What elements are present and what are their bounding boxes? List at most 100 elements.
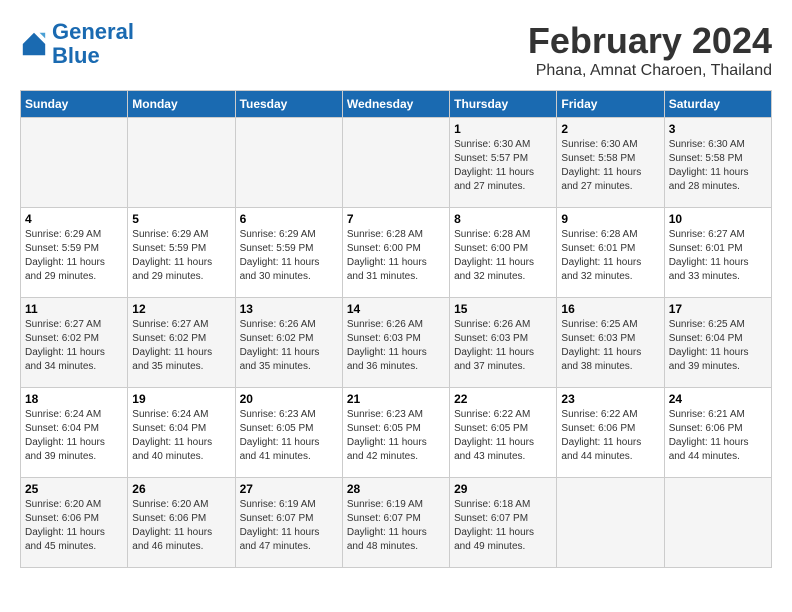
- day-info: Sunrise: 6:20 AMSunset: 6:06 PMDaylight:…: [132, 498, 230, 554]
- day-number: 14: [347, 302, 445, 316]
- day-info: Sunrise: 6:19 AMSunset: 6:07 PMDaylight:…: [240, 498, 338, 554]
- calendar-cell: 27 Sunrise: 6:19 AMSunset: 6:07 PMDayligh…: [235, 478, 342, 568]
- day-number: 16: [561, 302, 659, 316]
- calendar-cell: 10Sunrise: 6:27 AMSunset: 6:01 PMDayligh…: [664, 208, 771, 298]
- calendar-cell: 11 Sunrise: 6:27 AMSunset: 6:02 PMDayligh…: [21, 298, 128, 388]
- weekday-header-sunday: Sunday: [21, 91, 128, 118]
- day-number: 19: [132, 392, 230, 406]
- calendar-table: SundayMondayTuesdayWednesdayThursdayFrid…: [20, 90, 772, 568]
- calendar-cell: 8 Sunrise: 6:28 AMSunset: 6:00 PMDaylight…: [450, 208, 557, 298]
- day-number: 1: [454, 122, 552, 136]
- calendar-cell: 23 Sunrise: 6:22 AMSunset: 6:06 PMDayligh…: [557, 388, 664, 478]
- day-info: Sunrise: 6:26 AMSunset: 6:03 PMDaylight:…: [454, 318, 552, 374]
- weekday-header-tuesday: Tuesday: [235, 91, 342, 118]
- day-number: 9: [561, 212, 659, 226]
- calendar-cell: [235, 118, 342, 208]
- day-number: 3: [669, 122, 767, 136]
- day-info: Sunrise: 6:24 AMSunset: 6:04 PMDaylight:…: [132, 408, 230, 464]
- calendar-cell: 17 Sunrise: 6:25 AMSunset: 6:04 PMDayligh…: [664, 298, 771, 388]
- day-number: 20: [240, 392, 338, 406]
- calendar-cell: 12 Sunrise: 6:27 AMSunset: 6:02 PMDayligh…: [128, 298, 235, 388]
- day-number: 2: [561, 122, 659, 136]
- day-number: 26: [132, 482, 230, 496]
- calendar-cell: 24 Sunrise: 6:21 AMSunset: 6:06 PMDayligh…: [664, 388, 771, 478]
- calendar-cell: 18 Sunrise: 6:24 AMSunset: 6:04 PMDayligh…: [21, 388, 128, 478]
- day-number: 4: [25, 212, 123, 226]
- day-info: Sunrise: 6:22 AMSunset: 6:06 PMDaylight:…: [561, 408, 659, 464]
- day-number: 17: [669, 302, 767, 316]
- calendar-cell: 6 Sunrise: 6:29 AMSunset: 5:59 PMDaylight…: [235, 208, 342, 298]
- day-info: Sunrise: 6:23 AMSunset: 6:05 PMDaylight:…: [240, 408, 338, 464]
- day-info: Sunrise: 6:27 AMSunset: 6:01 PMDaylight:…: [669, 228, 767, 284]
- day-info: Sunrise: 6:30 AMSunset: 5:58 PMDaylight:…: [669, 138, 767, 194]
- calendar-cell: [342, 118, 449, 208]
- weekday-header-friday: Friday: [557, 91, 664, 118]
- calendar-cell: 7Sunrise: 6:28 AMSunset: 6:00 PMDaylight…: [342, 208, 449, 298]
- page-title: February 2024: [528, 20, 772, 62]
- day-number: 24: [669, 392, 767, 406]
- page-header: General Blue February 2024 Phana, Amnat …: [20, 20, 772, 80]
- day-info: Sunrise: 6:23 AMSunset: 6:05 PMDaylight:…: [347, 408, 445, 464]
- day-info: Sunrise: 6:25 AMSunset: 6:03 PMDaylight:…: [561, 318, 659, 374]
- day-number: 7: [347, 212, 445, 226]
- weekday-header-wednesday: Wednesday: [342, 91, 449, 118]
- title-block: February 2024 Phana, Amnat Charoen, Thai…: [528, 20, 772, 80]
- day-info: Sunrise: 6:27 AMSunset: 6:02 PMDaylight:…: [132, 318, 230, 374]
- calendar-cell: [664, 478, 771, 568]
- day-number: 6: [240, 212, 338, 226]
- day-info: Sunrise: 6:30 AMSunset: 5:58 PMDaylight:…: [561, 138, 659, 194]
- calendar-week-row: 25 Sunrise: 6:20 AMSunset: 6:06 PMDayligh…: [21, 478, 772, 568]
- logo: General Blue: [20, 20, 134, 68]
- calendar-cell: 2 Sunrise: 6:30 AMSunset: 5:58 PMDaylight…: [557, 118, 664, 208]
- day-info: Sunrise: 6:19 AMSunset: 6:07 PMDaylight:…: [347, 498, 445, 554]
- day-info: Sunrise: 6:27 AMSunset: 6:02 PMDaylight:…: [25, 318, 123, 374]
- weekday-header-monday: Monday: [128, 91, 235, 118]
- calendar-cell: [128, 118, 235, 208]
- calendar-cell: 19 Sunrise: 6:24 AMSunset: 6:04 PMDayligh…: [128, 388, 235, 478]
- day-info: Sunrise: 6:29 AMSunset: 5:59 PMDaylight:…: [132, 228, 230, 284]
- day-number: 5: [132, 212, 230, 226]
- day-info: Sunrise: 6:22 AMSunset: 6:05 PMDaylight:…: [454, 408, 552, 464]
- calendar-cell: 16 Sunrise: 6:25 AMSunset: 6:03 PMDayligh…: [557, 298, 664, 388]
- page-subtitle: Phana, Amnat Charoen, Thailand: [528, 62, 772, 80]
- calendar-cell: 5 Sunrise: 6:29 AMSunset: 5:59 PMDaylight…: [128, 208, 235, 298]
- calendar-header-row: SundayMondayTuesdayWednesdayThursdayFrid…: [21, 91, 772, 118]
- day-number: 22: [454, 392, 552, 406]
- day-info: Sunrise: 6:30 AMSunset: 5:57 PMDaylight:…: [454, 138, 552, 194]
- calendar-week-row: 1 Sunrise: 6:30 AMSunset: 5:57 PMDaylight…: [21, 118, 772, 208]
- weekday-header-saturday: Saturday: [664, 91, 771, 118]
- calendar-cell: 28 Sunrise: 6:19 AMSunset: 6:07 PMDayligh…: [342, 478, 449, 568]
- day-number: 21: [347, 392, 445, 406]
- day-number: 28: [347, 482, 445, 496]
- day-number: 11: [25, 302, 123, 316]
- day-info: Sunrise: 6:28 AMSunset: 6:01 PMDaylight:…: [561, 228, 659, 284]
- day-info: Sunrise: 6:28 AMSunset: 6:00 PMDaylight:…: [454, 228, 552, 284]
- weekday-header-thursday: Thursday: [450, 91, 557, 118]
- day-info: Sunrise: 6:29 AMSunset: 5:59 PMDaylight:…: [240, 228, 338, 284]
- calendar-week-row: 18 Sunrise: 6:24 AMSunset: 6:04 PMDayligh…: [21, 388, 772, 478]
- calendar-cell: 13Sunrise: 6:26 AMSunset: 6:02 PMDayligh…: [235, 298, 342, 388]
- calendar-cell: 20 Sunrise: 6:23 AMSunset: 6:05 PMDayligh…: [235, 388, 342, 478]
- day-number: 12: [132, 302, 230, 316]
- calendar-cell: 15 Sunrise: 6:26 AMSunset: 6:03 PMDayligh…: [450, 298, 557, 388]
- logo-icon: [20, 30, 48, 58]
- day-info: Sunrise: 6:26 AMSunset: 6:03 PMDaylight:…: [347, 318, 445, 374]
- day-number: 23: [561, 392, 659, 406]
- day-number: 15: [454, 302, 552, 316]
- calendar-cell: 29Sunrise: 6:18 AMSunset: 6:07 PMDayligh…: [450, 478, 557, 568]
- day-number: 29: [454, 482, 552, 496]
- day-number: 18: [25, 392, 123, 406]
- calendar-cell: [557, 478, 664, 568]
- day-number: 25: [25, 482, 123, 496]
- calendar-week-row: 4 Sunrise: 6:29 AMSunset: 5:59 PMDaylight…: [21, 208, 772, 298]
- calendar-cell: 14 Sunrise: 6:26 AMSunset: 6:03 PMDayligh…: [342, 298, 449, 388]
- day-info: Sunrise: 6:25 AMSunset: 6:04 PMDaylight:…: [669, 318, 767, 374]
- calendar-cell: 21 Sunrise: 6:23 AMSunset: 6:05 PMDayligh…: [342, 388, 449, 478]
- day-info: Sunrise: 6:24 AMSunset: 6:04 PMDaylight:…: [25, 408, 123, 464]
- calendar-cell: 22 Sunrise: 6:22 AMSunset: 6:05 PMDayligh…: [450, 388, 557, 478]
- calendar-cell: 26 Sunrise: 6:20 AMSunset: 6:06 PMDayligh…: [128, 478, 235, 568]
- day-number: 27: [240, 482, 338, 496]
- calendar-week-row: 11 Sunrise: 6:27 AMSunset: 6:02 PMDayligh…: [21, 298, 772, 388]
- day-number: 8: [454, 212, 552, 226]
- day-info: Sunrise: 6:21 AMSunset: 6:06 PMDaylight:…: [669, 408, 767, 464]
